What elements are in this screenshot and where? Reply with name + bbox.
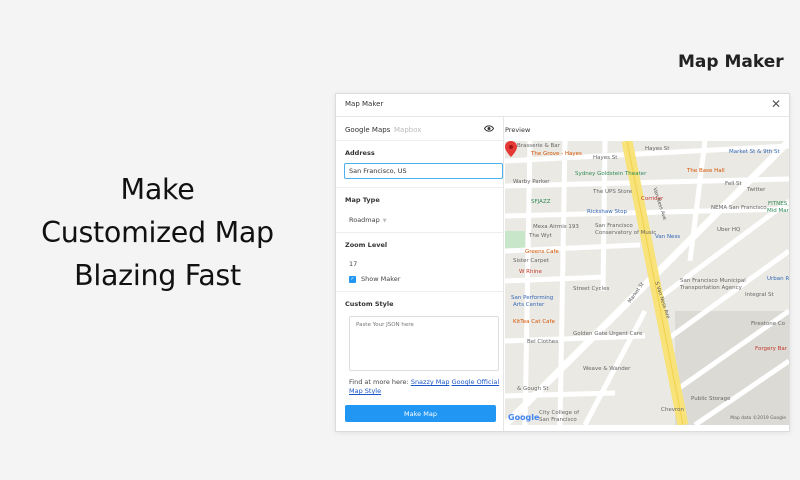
map-place-label: FITNES [768,201,788,207]
chevron-down-icon: ▼ [382,218,387,224]
map-place-label: Greens Cafe [525,249,559,255]
map-type-select[interactable]: Roadmap ▼ [349,216,499,224]
window-title: Map Maker [345,100,384,108]
snazzy-map-link[interactable]: Snazzy Map [411,378,450,386]
show-maker-row[interactable]: ✓ Show Maker [349,275,499,283]
custom-style-label: Custom Style [345,300,394,308]
divider [336,232,503,233]
address-label: Address [345,149,375,157]
map-place-label: The Wyt [529,233,552,239]
map-attribution: Map data ©2019 Google [730,416,786,421]
map-place-label: San Francisco Municipal [680,278,746,284]
map-place-label: Mid Mark [767,208,789,214]
map-place-label: San Francisco [539,417,577,423]
close-icon[interactable]: ✕ [771,97,781,111]
zoom-label: Zoom Level [345,241,388,249]
address-input[interactable] [344,163,503,179]
map-place-label: Uber HQ [717,227,741,233]
map-preview[interactable]: Google Map data ©2019 Google Brasserie &… [505,141,789,425]
google-logo: Google [508,413,540,422]
map-place-label: & Gough St [517,386,549,392]
tab-google-maps[interactable]: Google Maps [345,126,390,134]
map-place-label: Mexa Airmis 193 [533,224,579,230]
map-place-label: Hayes St [645,146,670,152]
map-place-label: Forgery Bar [755,346,788,352]
map-place-label: Sister Carpet [513,258,549,264]
map-place-label: San Francisco [595,223,633,229]
map-place-label: Public Storage [691,396,731,402]
map-place-label: Hayes St [593,155,618,161]
settings-panel: Google Maps Mapbox Address Map Type Road… [336,117,504,431]
zoom-section: Zoom Level 17 ✓ Show Maker [336,241,503,283]
map-place-label: Fell St [725,181,742,187]
tagline-line-1: Make [120,173,195,206]
divider [336,291,503,292]
map-place-label: The Base Hall [687,168,725,174]
map-place-label: Conservatory of Music [595,230,657,236]
map-place-label: Firestone Co [751,321,786,327]
map-place-label: Chevron [661,407,684,413]
preview-label: Preview [505,126,531,134]
map-place-label: City College of [539,410,580,416]
map-place-label: Street Cycles [573,286,610,292]
map-place-label: SFJAZZ [531,199,551,205]
map-place-label: Sydney Goldstein Theater [575,171,647,177]
map-type-section: Map Type Roadmap ▼ [336,196,503,224]
brand-title: Map Maker [678,52,784,72]
custom-style-textarea[interactable] [349,316,499,371]
eye-icon[interactable] [484,125,494,132]
find-more-prefix: Find at more here: [349,378,409,386]
window-header: Map Maker ✕ [336,94,789,117]
map-place-label: Golden Gate Urgent Care [573,331,643,337]
map-place-label: The UPS Store [593,189,633,195]
map-place-label: Twitter [747,187,766,193]
map-place-label: Warby Parker [513,179,550,185]
map-maker-window: Map Maker ✕ Google Maps Mapbox Address M… [335,93,790,432]
map-place-label: Brasserie & Bar [517,143,560,149]
tagline: Make Customized Map Blazing Fast [20,168,295,297]
map-place-label: Rickshaw Stop [587,209,628,215]
show-maker-checkbox[interactable]: ✓ [349,275,356,283]
provider-tabs: Google Maps Mapbox [336,117,503,141]
map-type-value: Roadmap [349,216,380,224]
map-place-label: Market St & 9th St [729,149,780,155]
tagline-line-2: Customized Map [41,216,274,249]
map-place-label: Transportation Agency [680,285,742,291]
preview-panel: Preview Google Map data ©2019 Google Bra… [504,117,789,431]
tagline-line-3: Blazing Fast [74,259,241,292]
make-map-button[interactable]: Make Map [345,405,496,422]
map-place-label: The Grove - Hayes [531,151,582,157]
map-pin-icon [505,141,517,157]
map-place-label: Van Ness [655,234,681,240]
map-place-label: NEMA San Francisco [711,205,767,211]
zoom-value[interactable]: 17 [349,260,499,268]
map-place-label: W Rhine [519,269,542,275]
map-place-label: Bel Clothes [527,339,559,345]
map-place-label: Urban Ri [767,276,789,282]
map-place-label: KitTea Cat Cafe [513,319,555,325]
show-maker-label: Show Maker [361,275,401,283]
map-place-label: Integral St [745,292,774,298]
address-section: Address [336,149,503,179]
map-place-label: Arts Center [513,302,545,308]
find-more-text: Find at more here: Snazzy Map Google Off… [349,378,504,396]
divider [336,187,503,188]
custom-style-section: Custom Style Find at more here: Snazzy M… [336,300,503,396]
map-place-label: Weave & Wander [583,366,631,372]
map-type-label: Map Type [345,196,380,204]
tab-mapbox[interactable]: Mapbox [394,126,421,134]
map-place-label: San Performing [511,295,554,301]
